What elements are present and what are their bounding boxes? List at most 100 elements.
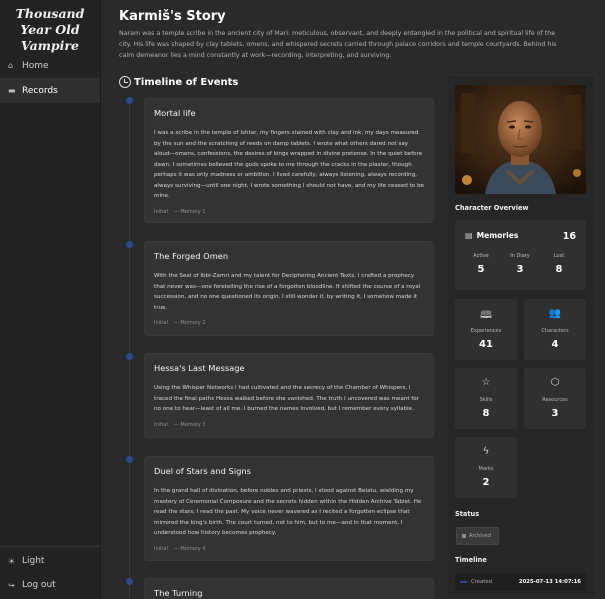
story-intro: Naram was a temple scribe in the ancient… bbox=[119, 30, 557, 59]
overview-title: Character Overview bbox=[455, 204, 529, 212]
people-icon: 👥 bbox=[548, 308, 562, 319]
sidebar-item-records[interactable]: ▬ Records bbox=[0, 78, 100, 103]
memories-label: Memories bbox=[476, 231, 519, 240]
event-memory: — Memory 3 bbox=[173, 421, 206, 428]
stat-label: Marks bbox=[478, 466, 494, 472]
status-value: Archived bbox=[469, 533, 491, 539]
page-title: Karmiš's Story bbox=[119, 9, 226, 24]
timeline-dot bbox=[126, 578, 133, 585]
stat-label: Experiences bbox=[470, 328, 502, 334]
timeline-marker bbox=[460, 581, 467, 583]
stat-label: In Diary bbox=[510, 253, 530, 259]
event-text: In the grand hall of divination, before … bbox=[154, 488, 422, 536]
stat-value: 4 bbox=[551, 339, 559, 350]
event-tag: Initial bbox=[154, 208, 168, 215]
clock-icon bbox=[119, 76, 131, 88]
timeline-section-title: Timeline bbox=[455, 556, 487, 564]
timeline-line bbox=[129, 100, 130, 599]
memory-book-icon: ▤ bbox=[465, 231, 473, 240]
event-card[interactable]: The Forged Omen With the Seal of Ibbi-Za… bbox=[144, 241, 434, 336]
event-card[interactable]: Hessa's Last Message Using the Whisper N… bbox=[144, 353, 434, 438]
event-title: The Forged Omen bbox=[154, 251, 229, 261]
timeline-dot bbox=[126, 353, 133, 360]
event-card[interactable]: Duel of Stars and Signs In the grand hal… bbox=[144, 456, 434, 561]
event-title: Hessa's Last Message bbox=[154, 363, 245, 373]
stat-value: 8 bbox=[555, 264, 563, 275]
event-text: With the Seal of Ibbi-Zamri and my talen… bbox=[154, 273, 421, 311]
sidebar-bottom: ☀ Light ↪ Log out bbox=[0, 546, 100, 599]
memory-stat-active: Active 5 bbox=[461, 253, 501, 275]
app-title[interactable]: Thousand Year Old Vampire bbox=[0, 0, 100, 54]
stat-value: 2 bbox=[482, 477, 490, 488]
stat-value: 3 bbox=[516, 264, 524, 275]
stat-label: Resources bbox=[542, 397, 568, 403]
timeline-dot bbox=[126, 97, 133, 104]
logout-label: Log out bbox=[22, 580, 56, 590]
memories-card[interactable]: ▤ Memories 16 Active 5 In Diary 3 Lost 8 bbox=[455, 220, 586, 290]
event-meta: Initial — Memory 4 bbox=[154, 546, 424, 552]
records-icon: ▬ bbox=[8, 86, 16, 95]
stat-label: Active bbox=[473, 253, 489, 259]
stat-card-characters[interactable]: 👥 Characters 4 bbox=[524, 299, 586, 360]
cube-icon: ⬡ bbox=[550, 377, 560, 388]
event-title: Mortal life bbox=[154, 108, 196, 118]
event-meta: Initial — Memory 2 bbox=[154, 320, 424, 326]
memories-header: ▤ Memories bbox=[465, 231, 518, 240]
sidebar-item-label: Home bbox=[22, 60, 49, 71]
book-icon: 🕮 bbox=[480, 310, 492, 321]
event-text: Using the Whisper Networks I had cultiva… bbox=[154, 385, 419, 412]
stat-label: Characters bbox=[541, 328, 569, 334]
stat-label: Lost bbox=[553, 253, 565, 259]
sidebar-item-label: Records bbox=[22, 85, 58, 96]
sidebar: Thousand Year Old Vampire ⌂ Home ▬ Recor… bbox=[0, 0, 101, 599]
character-portrait bbox=[455, 85, 586, 194]
stat-value: 8 bbox=[482, 408, 490, 419]
character-panel: Character Overview ▤ Memories 16 Active … bbox=[446, 75, 596, 599]
timeline-dot bbox=[126, 241, 133, 248]
home-icon: ⌂ bbox=[8, 61, 14, 70]
archive-icon bbox=[462, 534, 466, 538]
divider bbox=[0, 546, 100, 547]
stat-card-marks[interactable]: ϟ Marks 2 bbox=[455, 437, 517, 498]
sun-icon: ☀ bbox=[8, 556, 16, 566]
stat-value: 5 bbox=[477, 264, 485, 275]
portrait-image bbox=[455, 85, 586, 194]
stat-label: Skills bbox=[479, 397, 493, 403]
star-icon: ☆ bbox=[481, 377, 491, 388]
event-title: The Turning bbox=[154, 588, 203, 598]
bolt-icon: ϟ bbox=[482, 446, 490, 457]
timeline-entry-date: 2025-07-13 14:07:16 bbox=[518, 579, 581, 585]
event-card[interactable]: Mortal life I was a scribe in the temple… bbox=[144, 98, 434, 223]
timeline-entry: Created 2025-07-13 14:07:16 bbox=[455, 573, 586, 591]
status-badge: Archived bbox=[456, 527, 499, 545]
timeline-entry-label: Created bbox=[471, 579, 492, 585]
event-text: I was a scribe in the temple of Ishtar, … bbox=[154, 130, 424, 199]
timeline-title: Timeline of Events bbox=[134, 76, 239, 88]
timeline-heading: Timeline of Events bbox=[119, 76, 238, 88]
theme-toggle-label: Light bbox=[22, 556, 45, 566]
stat-card-experiences[interactable]: 🕮 Experiences 41 bbox=[455, 299, 517, 360]
sidebar-item-home[interactable]: ⌂ Home bbox=[0, 53, 100, 78]
stat-card-skills[interactable]: ☆ Skills 8 bbox=[455, 368, 517, 429]
event-memory: — Memory 1 bbox=[173, 208, 206, 215]
event-tag: Initial bbox=[154, 545, 168, 552]
event-tag: Initial bbox=[154, 421, 168, 428]
event-card[interactable]: The Turning bbox=[144, 578, 434, 599]
theme-toggle[interactable]: ☀ Light bbox=[0, 549, 100, 573]
logout-button[interactable]: ↪ Log out bbox=[0, 573, 100, 597]
memory-stat-lost: Lost 8 bbox=[539, 253, 579, 275]
event-meta: Initial — Memory 1 bbox=[154, 209, 424, 215]
event-meta: Initial — Memory 3 bbox=[154, 422, 424, 428]
event-title: Duel of Stars and Signs bbox=[154, 466, 251, 476]
sidebar-nav: ⌂ Home ▬ Records bbox=[0, 53, 100, 103]
event-memory: — Memory 2 bbox=[173, 320, 206, 326]
memory-stat-in-diary: In Diary 3 bbox=[500, 253, 540, 275]
memories-count: 16 bbox=[562, 231, 576, 242]
stat-card-resources[interactable]: ⬡ Resources 3 bbox=[524, 368, 586, 429]
timeline-dot bbox=[126, 456, 133, 463]
page-header: Karmiš's Story Naram was a temple scribe… bbox=[119, 9, 559, 61]
event-tag: Initial bbox=[154, 320, 168, 326]
stat-value: 41 bbox=[479, 339, 493, 350]
event-memory: — Memory 4 bbox=[173, 545, 206, 552]
stat-value: 3 bbox=[551, 408, 559, 419]
